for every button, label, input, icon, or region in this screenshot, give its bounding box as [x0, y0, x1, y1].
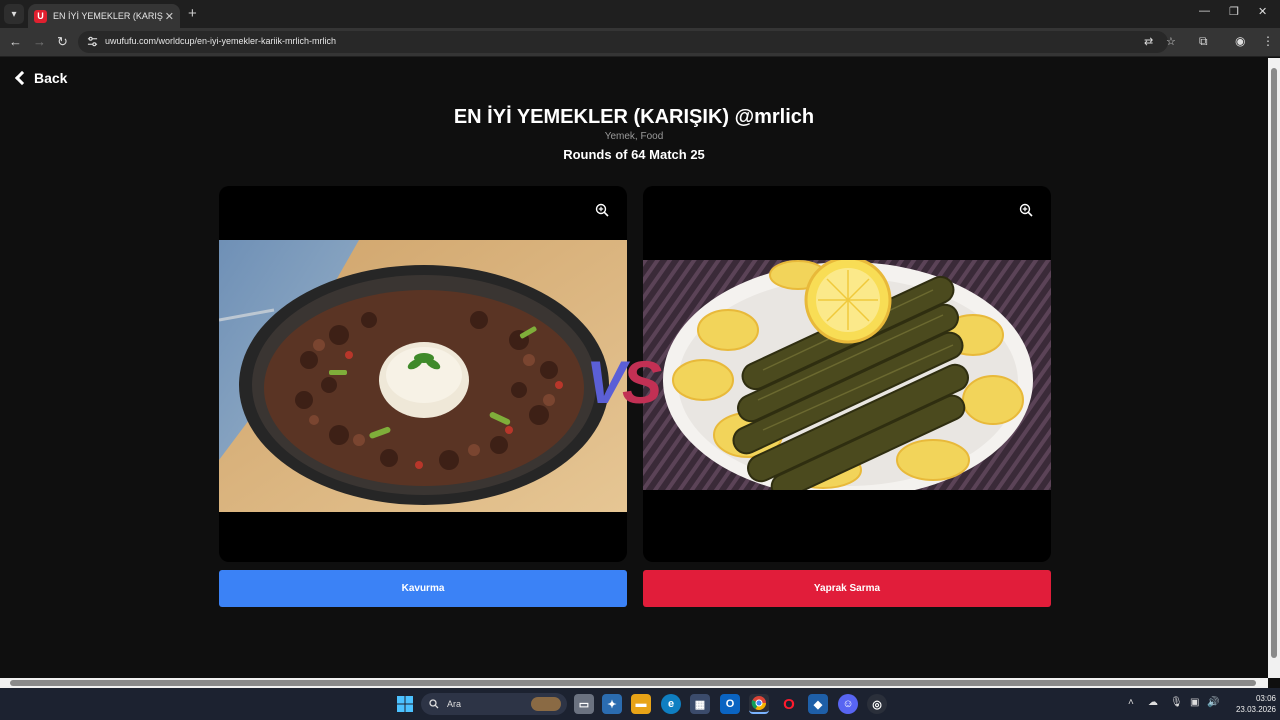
- horizontal-scroll-thumb[interactable]: [10, 680, 1256, 686]
- discord-icon[interactable]: ☺: [838, 694, 858, 714]
- translate-icon[interactable]: ⇄: [1144, 35, 1153, 48]
- clock-date: 23.03.2026: [1235, 705, 1276, 714]
- zoom-in-icon[interactable]: [595, 203, 609, 217]
- reload-icon[interactable]: ↻: [57, 34, 68, 50]
- tray-chevron-icon[interactable]: ˄: [1128, 697, 1134, 708]
- profile-icon[interactable]: ◉: [1235, 34, 1245, 48]
- volume-icon[interactable]: 🔊: [1207, 697, 1219, 708]
- widgets-icon[interactable]: ✦: [602, 694, 622, 714]
- window-close-icon[interactable]: ✕: [1258, 5, 1267, 18]
- network-icon[interactable]: ▣: [1190, 697, 1199, 708]
- onedrive-icon[interactable]: ☁: [1148, 697, 1158, 708]
- search-icon: [429, 699, 439, 709]
- tab-close-icon[interactable]: ✕: [165, 10, 174, 23]
- round-info: Rounds of 64 Match 25: [563, 147, 705, 162]
- windows-start-icon[interactable]: [395, 694, 415, 714]
- page-title: EN İYİ YEMEKLER (KARIŞIK) @mrlich: [453, 106, 815, 128]
- obs-icon[interactable]: ◎: [867, 694, 887, 714]
- back-button[interactable]: Back: [14, 70, 67, 86]
- file-explorer-icon[interactable]: ▬: [631, 694, 651, 714]
- browser-tab-active[interactable]: U EN İYİ YEMEKLER (KARIŞIK) @mrlich ✕: [28, 4, 180, 28]
- category-tags: Yemek, Food: [604, 131, 664, 142]
- clock-time: 03:06: [1255, 694, 1276, 703]
- kavurma-image: [219, 240, 627, 512]
- zoom-in-icon[interactable]: [1019, 203, 1033, 217]
- chrome-icon[interactable]: [749, 694, 769, 714]
- site-info-icon[interactable]: [87, 36, 98, 47]
- task-view-icon[interactable]: ▭: [574, 694, 594, 714]
- microphone-icon[interactable]: 🎙: [1170, 697, 1183, 708]
- address-bar[interactable]: uwufufu.com/worldcup/en-iyi-yemekler-kar…: [78, 31, 1176, 53]
- vs-letter-s: S: [622, 349, 662, 416]
- vs-label: VS: [586, 348, 662, 417]
- taskbar-search-box[interactable]: Ara: [421, 693, 567, 715]
- choose-yaprak-sarma-button[interactable]: Yaprak Sarma: [643, 570, 1051, 607]
- edge-browser-icon[interactable]: e: [661, 694, 681, 714]
- taskbar-clock[interactable]: 03:06 23.03.2026: [1222, 693, 1276, 715]
- vertical-scrollbar[interactable]: [1268, 58, 1280, 678]
- new-tab-plus-icon[interactable]: +: [188, 5, 197, 22]
- vs-letter-v: V: [586, 349, 626, 416]
- microsoft-store-icon[interactable]: ▦: [690, 694, 710, 714]
- opera-icon[interactable]: O: [779, 694, 799, 714]
- tab-search-chevron-icon[interactable]: ▾: [4, 4, 24, 24]
- url-text[interactable]: uwufufu.com/worldcup/en-iyi-yemekler-kar…: [105, 36, 336, 46]
- horizontal-scrollbar[interactable]: [0, 678, 1268, 688]
- site-favicon-icon: U: [34, 9, 47, 23]
- back-arrow-icon[interactable]: ←: [9, 34, 22, 49]
- chevron-left-icon: [14, 70, 30, 86]
- browser-menu-icon[interactable]: ⋮: [1262, 34, 1274, 48]
- restore-icon[interactable]: ❐: [1229, 5, 1239, 18]
- app-icon[interactable]: ◆: [808, 694, 828, 714]
- page-content: Back EN İYİ YEMEKLER (KARIŞIK) @mrlich Y…: [0, 58, 1268, 678]
- search-highlight-image: [531, 697, 561, 711]
- choose-kavurma-button[interactable]: Kavurma: [219, 570, 627, 607]
- left-choice-card[interactable]: [219, 186, 627, 562]
- browser-toolbar: ← → ↻ uwufufu.com/worldcup/en-iyi-yemekl…: [0, 28, 1280, 57]
- back-label: Back: [34, 70, 68, 86]
- browser-tab-strip: ▾ U EN İYİ YEMEKLER (KARIŞIK) @mrlich ✕ …: [0, 0, 1280, 28]
- right-choice-card[interactable]: [643, 186, 1051, 562]
- vertical-scroll-thumb[interactable]: [1271, 68, 1277, 658]
- outlook-icon[interactable]: O: [720, 694, 740, 714]
- minimize-icon[interactable]: —: [1199, 5, 1210, 17]
- search-placeholder: Ara: [447, 699, 462, 709]
- extensions-icon[interactable]: ⧉: [1199, 34, 1208, 49]
- windows-taskbar: Ara ▭ ✦ ▬ e ▦ O O ◆ ☺ ◎ ˄ ☁ 🎙 ▣ 🔊 03:06 …: [0, 688, 1280, 720]
- bookmark-star-icon[interactable]: ☆: [1166, 35, 1176, 48]
- forward-arrow-icon[interactable]: →: [33, 34, 46, 49]
- yaprak-sarma-image: [643, 260, 1051, 490]
- tab-title: EN İYİ YEMEKLER (KARIŞIK) @mrlich: [53, 11, 163, 21]
